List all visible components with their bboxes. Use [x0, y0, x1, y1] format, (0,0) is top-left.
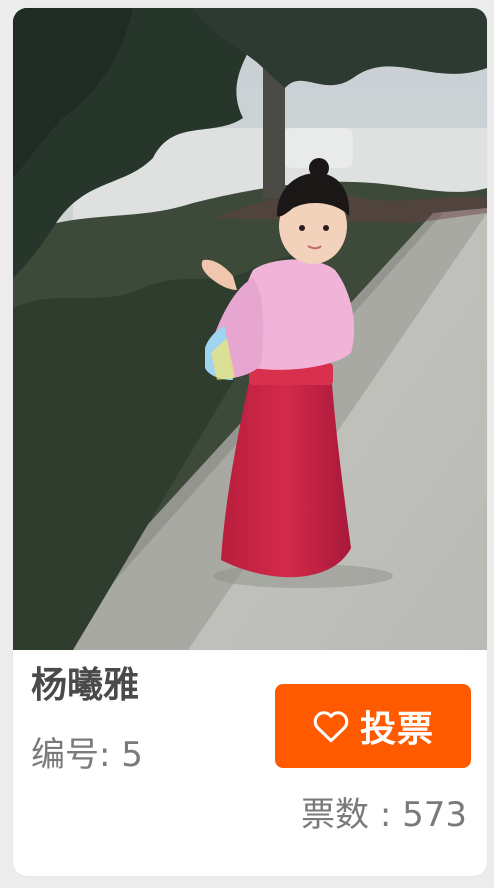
vote-button-label: 投票 — [359, 709, 434, 750]
contestant-name: 杨曦雅 — [31, 665, 140, 706]
contestant-photo[interactable] — [13, 8, 487, 650]
contestant-card[interactable]: 杨曦雅 编号: 5 投票 票数 : 573 — [13, 8, 487, 876]
photo-illustration — [13, 8, 487, 650]
contestant-number: 编号: 5 — [31, 735, 143, 775]
vote-button[interactable]: 投票 — [275, 684, 471, 768]
heart-outline-icon — [313, 711, 349, 743]
vote-count: 票数 : 573 — [301, 795, 467, 835]
